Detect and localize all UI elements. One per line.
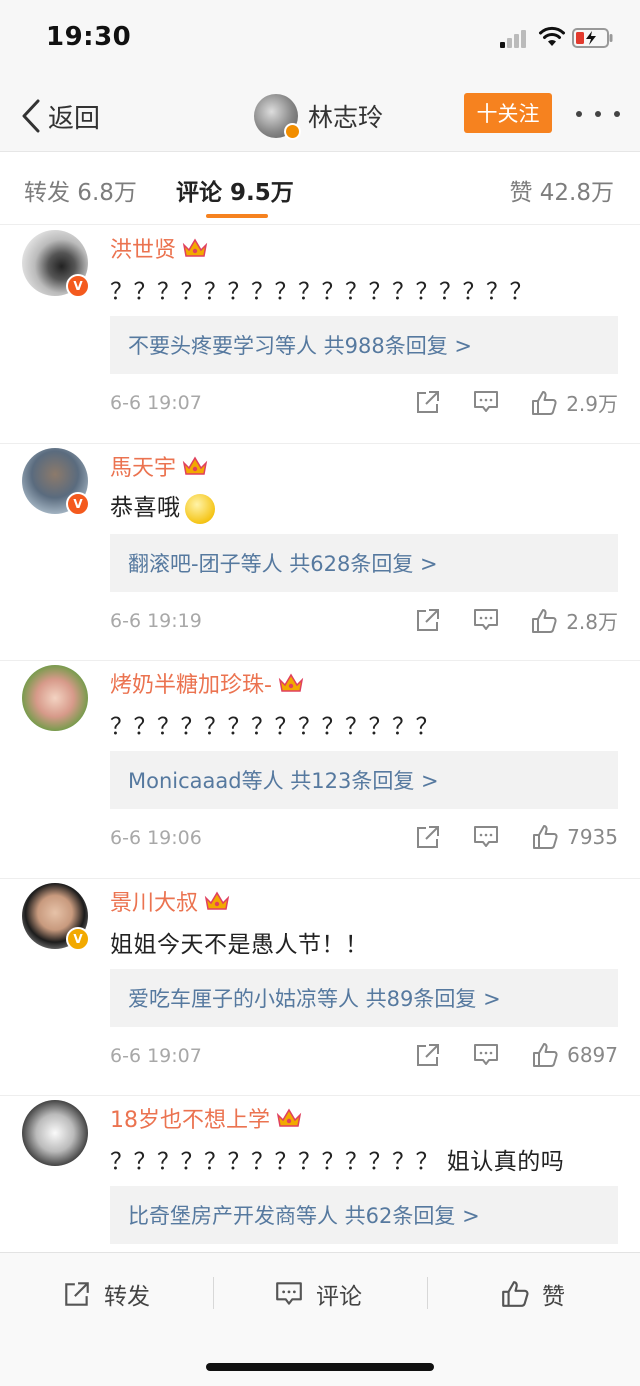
back-button[interactable]: 返回 [18,94,100,138]
comment-icon[interactable] [472,388,500,416]
reply-summary-link[interactable]: 爱吃车厘子的小姑凉等人 共89条回复 > [110,969,618,1027]
nav-bar: 返回 林志玲 十关注 [0,80,640,152]
list-item: V 景川大叔 姐姐今天不是愚人节！！ 爱吃车厘子的小姑凉等人 共89条回复 > … [0,879,640,1096]
username-text: 馬天宇 [110,456,177,481]
comment-username[interactable]: 景川大叔 [110,885,230,917]
comment-timestamp: 6-6 19:07 [110,1045,202,1067]
verified-badge-icon: V [66,274,90,298]
nav-user-profile[interactable]: 林志玲 [254,90,383,142]
comment-label: 评论 [316,1284,362,1310]
comment-text: 姐姐今天不是愚人节！！ [110,932,369,958]
comment-text: ？？？？？？？？？？？？？？ 姐认真的吗 [110,1149,565,1175]
verified-badge-icon: V [66,492,90,516]
like-button[interactable]: 赞 [500,1275,565,1313]
chevron-left-icon [22,99,40,133]
tabs-bar: 转发 6.8万 评论 9.5万 赞 42.8万 [0,153,640,225]
comment-icon [276,1282,302,1305]
username-text: 18岁也不想上学 [110,1108,270,1133]
share-icon [65,1282,89,1306]
list-item: 烤奶半糖加珍珠- ？？？？？？？？？？？？？？ Monicaaad等人 共123… [0,661,640,879]
reply-summary-link[interactable]: 不要头疼要学习等人 共988条回复 > [110,316,618,374]
comment-timestamp: 6-6 19:07 [110,392,202,414]
cellular-signal-icon [500,30,532,48]
share-icon[interactable] [414,1041,442,1069]
repost-label: 转发 [104,1284,150,1310]
reply-summary-link[interactable]: Monicaaad等人 共123条回复 > [110,751,618,809]
reply-summary-link[interactable]: 比奇堡房产开发商等人 共62条回复 > [110,1186,618,1244]
active-tab-indicator [206,214,268,218]
comment-icon[interactable] [472,1041,500,1069]
smile-emoji-icon [184,493,215,524]
like-count: 7935 [567,825,618,849]
comment-username[interactable]: 烤奶半糖加珍珠- [110,667,304,699]
thumbs-up-icon [533,1043,558,1067]
comment-icon[interactable] [472,823,500,851]
comment-icon[interactable] [472,606,500,634]
reply-summary-link[interactable]: 翻滚吧-团子等人 共628条回复 > [110,534,618,592]
comment-text: ？？？？？？？？？？？？？？ [110,714,439,740]
repost-button[interactable]: 转发 [62,1275,150,1313]
follow-button[interactable]: 十关注 [464,93,552,133]
comment-timestamp: 6-6 19:19 [110,610,202,632]
thumbs-up-icon [533,825,558,849]
like-button[interactable]: 2.8万 [530,606,618,635]
bottom-action-bar: 转发 评论 赞 [0,1252,640,1386]
avatar[interactable] [254,94,301,140]
comment-text: 恭喜哦 [110,488,215,524]
divider [213,1277,214,1309]
like-count: 2.9万 [566,392,618,416]
thumbs-up-icon [532,390,557,415]
comment-timestamp: 6-6 19:06 [110,827,202,849]
verified-badge-icon [284,123,301,140]
comment-username[interactable]: 18岁也不想上学 [110,1102,302,1134]
like-count: 2.8万 [566,610,618,634]
comment-text-content: 恭喜哦 [110,495,181,521]
like-button[interactable]: 2.9万 [530,388,618,417]
status-bar: 19:30 [0,0,640,80]
wifi-icon [539,26,565,46]
battery-charging-icon [572,28,613,48]
like-button[interactable]: 7935 [531,823,618,851]
like-label: 赞 [542,1284,565,1310]
share-icon[interactable] [414,823,442,851]
thumbs-up-icon [532,608,557,633]
like-button[interactable]: 6897 [531,1041,618,1069]
crown-icon [276,1108,302,1127]
crown-icon [278,673,304,692]
tab-likes[interactable]: 赞 42.8万 [509,173,614,207]
list-item: 18岁也不想上学 ？？？？？？？？？？？？？？ 姐认真的吗 比奇堡房产开发商等人… [0,1096,640,1252]
tab-comments[interactable]: 评论 9.5万 [176,173,294,207]
back-label: 返回 [48,103,101,134]
comment-button[interactable]: 评论 [274,1275,362,1313]
avatar[interactable] [22,665,88,731]
crown-icon [204,891,230,910]
share-icon[interactable] [414,606,442,634]
comment-username[interactable]: 洪世贤 [110,232,208,264]
comment-list: V 洪世贤 ？？？？？？？？？？？？？？？？？？ 不要头疼要学习等人 共988条… [0,226,640,1252]
comment-text: ？？？？？？？？？？？？？？？？？？ [110,279,533,305]
thumbs-up-icon [502,1281,529,1307]
crown-icon [182,456,208,475]
verified-badge-icon: V [66,927,90,951]
crown-icon [182,238,208,257]
like-count: 6897 [567,1043,618,1067]
status-time: 19:30 [46,22,132,52]
more-options-icon[interactable] [576,96,620,132]
comment-username[interactable]: 馬天宇 [110,450,208,482]
share-icon[interactable] [414,388,442,416]
username-text: 烤奶半糖加珍珠- [110,673,272,698]
avatar[interactable] [22,1100,88,1166]
divider [427,1277,428,1309]
home-indicator[interactable] [206,1363,434,1371]
list-item: V 馬天宇 恭喜哦 翻滚吧-团子等人 共628条回复 > 6-6 19:19 2… [0,444,640,661]
tab-repost[interactable]: 转发 6.8万 [24,173,137,207]
username-text: 景川大叔 [110,891,199,916]
list-item: V 洪世贤 ？？？？？？？？？？？？？？？？？？ 不要头疼要学习等人 共988条… [0,226,640,444]
username-text: 洪世贤 [110,238,177,263]
nav-user-name: 林志玲 [308,103,384,132]
